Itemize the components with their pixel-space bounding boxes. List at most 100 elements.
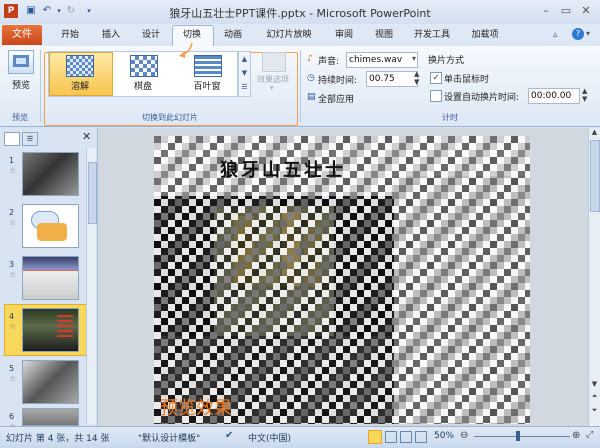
ribbon-minimize-icon[interactable]: ▵ — [553, 30, 558, 40]
tab-insert[interactable]: 插入 — [97, 28, 125, 43]
divider — [40, 50, 41, 122]
tab-review[interactable]: 审阅 — [330, 28, 358, 43]
tab-transitions[interactable]: 切换 — [178, 28, 206, 43]
on-click-checkbox[interactable]: ✓ — [430, 72, 442, 84]
preview-icon[interactable] — [8, 50, 34, 74]
thumbnail-scrollbar[interactable] — [86, 148, 97, 424]
window-title: 狼牙山五壮士PPT课件.pptx - Microsoft PowerPoint — [169, 7, 431, 20]
checkerboard-icon[interactable] — [130, 55, 158, 77]
slide-thumbnail-6[interactable] — [22, 408, 79, 426]
apply-all-icon: ▤ — [307, 92, 316, 102]
on-click-label: 单击鼠标时 — [444, 75, 490, 85]
zoom-in-icon[interactable]: ⊕ — [572, 430, 580, 441]
duration-stepper[interactable]: ▲ ▼ — [414, 70, 419, 86]
tab-design[interactable]: 设计 — [137, 28, 165, 43]
red-bullets — [57, 315, 73, 337]
transition-star-icon: ☆ — [9, 218, 17, 227]
divider — [300, 50, 301, 122]
tab-home[interactable]: 开始 — [56, 28, 84, 43]
ribbon: 预览 预览 溶解 棋盘 百叶窗 ▲ ▼ ☰ 效果选项 ▾ 切换到此幻灯片 ♪ 声音:… — [0, 42, 600, 127]
outline-tab-icon[interactable]: ☰ — [22, 132, 38, 146]
spellcheck-icon[interactable]: ✔ — [225, 430, 233, 441]
slide-count-status: 幻灯片 第 4 张，共 14 张 — [6, 434, 110, 444]
slide-thumbnail-5[interactable] — [22, 360, 79, 404]
title-bar: P ▣ ↶ ▾ ↻ ▾ 狼牙山五壮士PPT课件.pptx - Microsoft… — [0, 0, 600, 24]
more-options-icon[interactable]: ▾ — [586, 29, 590, 38]
duration-input[interactable] — [366, 71, 418, 87]
tab-developer[interactable]: 开发工具 — [410, 28, 454, 43]
auto-time-stepper[interactable]: ▲ ▼ — [582, 87, 587, 103]
theme-status[interactable]: "默认设计模板" — [138, 431, 200, 444]
tab-slideshow[interactable]: 幻灯片放映 — [259, 28, 319, 43]
sound-select[interactable] — [346, 52, 418, 68]
map-image — [37, 223, 67, 241]
preview-button[interactable]: 预览 — [10, 78, 32, 91]
slide-sorter-icon[interactable] — [385, 431, 397, 443]
preview-group-label: 预览 — [12, 113, 28, 122]
language-status[interactable]: 中文(中国) — [248, 431, 291, 444]
close-icon[interactable]: ✕ — [578, 4, 594, 18]
duration-label: 持续时间: — [318, 76, 358, 86]
slide-canvas[interactable]: 狼牙山五壮士 预览效果 — [154, 136, 530, 424]
normal-view-icon[interactable] — [368, 430, 382, 444]
tab-addins[interactable]: 加载项 — [466, 28, 504, 43]
zoom-slider-thumb[interactable] — [516, 431, 520, 441]
clock-icon: ◷ — [307, 73, 315, 83]
chevron-down-icon[interactable]: ▾ — [412, 54, 416, 63]
help-icon[interactable]: ? — [572, 28, 584, 40]
chevron-down-icon: ▾ — [270, 84, 274, 92]
tab-animations[interactable]: 动画 — [219, 28, 247, 43]
effect-options-icon[interactable] — [262, 52, 286, 72]
slide-thumbnail-4[interactable] — [22, 308, 79, 352]
transition-blinds-label[interactable]: 百叶窗 — [178, 79, 236, 92]
scroll-up-icon[interactable]: ▲ — [589, 128, 600, 136]
preview-caption: 预览效果 — [160, 398, 232, 419]
slide-thumbnail-3[interactable] — [22, 256, 79, 300]
next-slide-icon[interactable]: ⏷ — [589, 406, 600, 415]
transition-star-icon: ☆ — [9, 166, 17, 175]
transitions-group-label: 切换到此幻灯片 — [142, 113, 198, 122]
scroll-down-icon[interactable]: ▼ — [589, 380, 600, 388]
slide-number: 5 — [9, 364, 15, 373]
apply-all-button[interactable]: 全部应用 — [318, 92, 354, 105]
slides-pane: ☰ ✕ 1 ☆ 2 ☆ 3 ☆ 4 ☆ 5 ☆ 6 ☆ — [0, 128, 98, 431]
sound-icon: ♪ — [307, 54, 313, 64]
status-bar: 幻灯片 第 4 张，共 14 张 "默认设计模板" ✔ 中文(中国) 50% ⊖… — [0, 426, 600, 448]
editor-scrollbar[interactable]: ▲ ▼ ⏶ ⏷ — [588, 128, 600, 426]
reading-view-icon[interactable] — [400, 431, 412, 443]
slide-number: 6 — [9, 412, 15, 421]
sound-label: 声音: — [318, 57, 340, 67]
slideshow-icon[interactable] — [415, 431, 427, 443]
transition-dissolve-label: 溶解 — [70, 82, 89, 92]
file-tab[interactable]: 文件 — [2, 25, 42, 45]
scrollbar-thumb[interactable] — [590, 140, 600, 212]
transition-star-icon: ☆ — [9, 322, 17, 331]
maximize-icon[interactable]: ▭ — [558, 4, 574, 18]
auto-advance-label: 设置自动换片时间: — [444, 93, 520, 103]
slide-title[interactable]: 狼牙山五壮士 — [220, 156, 346, 182]
advance-slide-heading: 换片方式 — [428, 56, 465, 66]
blinds-icon[interactable] — [194, 55, 222, 77]
transition-star-icon: ☆ — [9, 374, 17, 383]
close-pane-icon[interactable]: ✕ — [82, 130, 91, 143]
transition-checkerboard-label[interactable]: 棋盘 — [114, 79, 172, 92]
minimize-icon[interactable]: – — [538, 4, 554, 18]
zoom-slider[interactable] — [474, 436, 570, 437]
scrollbar-thumb[interactable] — [88, 162, 97, 224]
transition-star-icon: ☆ — [9, 270, 17, 279]
gallery-scroll[interactable]: ▲ ▼ ☰ — [238, 51, 251, 97]
dissolve-icon — [66, 55, 94, 77]
zoom-level[interactable]: 50% — [434, 431, 454, 441]
zoom-out-icon[interactable]: ⊖ — [460, 430, 468, 441]
fit-to-window-icon[interactable]: ⤢ — [586, 430, 593, 440]
tab-view[interactable]: 视图 — [370, 28, 398, 43]
slides-tab-icon[interactable] — [4, 132, 20, 146]
slide-number: 4 — [9, 312, 15, 321]
slide-thumbnail-2[interactable] — [22, 204, 79, 248]
timing-group-label: 计时 — [442, 113, 458, 122]
slide-editor: 狼牙山五壮士 预览效果 ▲ ▼ ⏶ ⏷ — [98, 128, 600, 426]
slide-thumbnail-1[interactable] — [22, 152, 79, 196]
auto-advance-time-input[interactable] — [528, 88, 580, 104]
previous-slide-icon[interactable]: ⏶ — [589, 392, 600, 401]
auto-advance-checkbox[interactable] — [430, 90, 442, 102]
